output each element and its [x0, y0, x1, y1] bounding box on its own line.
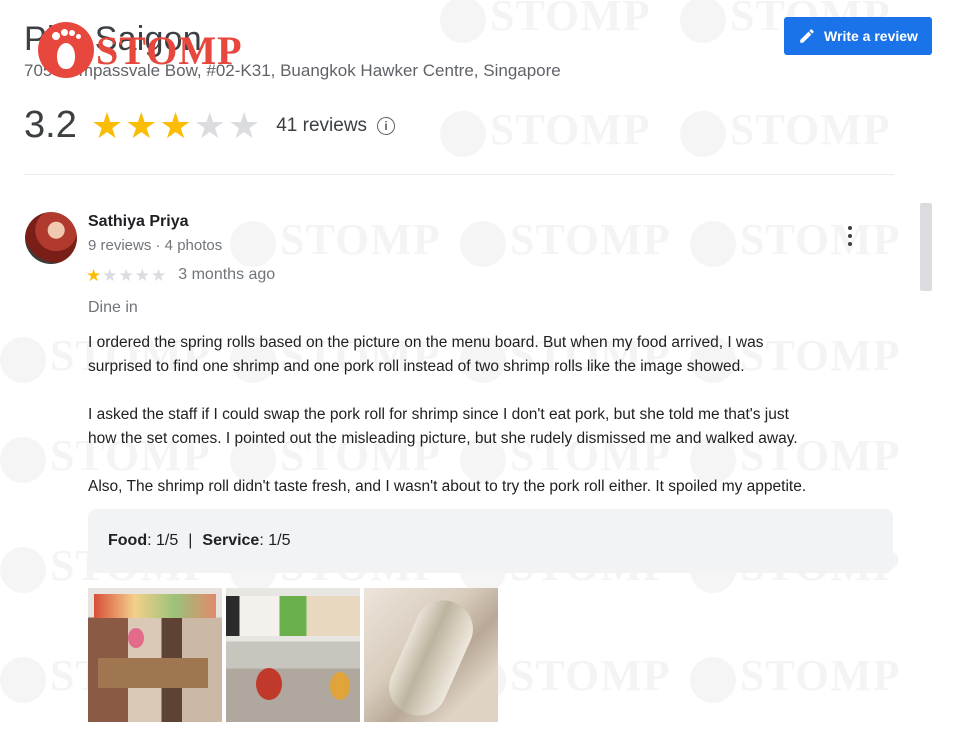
- review-line: surprised to find one shrimp and one por…: [88, 358, 745, 375]
- star-empty-icon: ★: [151, 265, 167, 285]
- star-filled-icon: ★: [86, 265, 102, 285]
- write-review-button[interactable]: Write a review: [784, 17, 932, 55]
- scrollbar-thumb[interactable]: [920, 203, 932, 291]
- reviews-count[interactable]: 41 reviews: [276, 115, 367, 137]
- reviewer-meta: 9 reviews · 4 photos: [88, 237, 223, 254]
- star-empty-icon: ★: [134, 265, 150, 285]
- avatar[interactable]: [25, 212, 77, 264]
- dine-type: Dine in: [88, 299, 138, 316]
- rating-summary: 3.2 ★ ★ ★ ★ ★ 41 reviews i: [24, 104, 396, 147]
- review-photo-menu-board[interactable]: [226, 588, 360, 722]
- star-filled-icon: ★: [90, 104, 124, 146]
- star-empty-icon: ★: [118, 265, 134, 285]
- star-filled-icon: ★: [125, 104, 158, 146]
- review-line: how the set comes. I pointed out the mis…: [88, 430, 798, 447]
- review-line: I ordered the spring rolls based on the …: [88, 334, 764, 351]
- more-options-icon[interactable]: [838, 222, 862, 250]
- pencil-icon: [800, 29, 814, 43]
- service-label: Service: [202, 532, 260, 549]
- star-empty-icon: ★: [227, 104, 261, 146]
- star-empty-icon: ★: [193, 104, 226, 146]
- attribute-ratings: Food : 1/5 | Service : 1/5: [88, 509, 893, 573]
- food-value: : 1/5: [147, 532, 179, 549]
- star-empty-icon: ★: [102, 265, 118, 285]
- review-photos: [88, 588, 498, 722]
- review-photo-spring-roll[interactable]: [364, 588, 498, 722]
- divider: [24, 174, 894, 175]
- service-value: : 1/5: [259, 532, 291, 549]
- summary-stars: ★ ★ ★ ★ ★: [90, 104, 261, 146]
- review-line: Also, The shrimp roll didn't taste fresh…: [88, 478, 807, 495]
- review-photo-stall[interactable]: [88, 588, 222, 722]
- reviewer-name[interactable]: Sathiya Priya: [88, 213, 189, 231]
- stomp-logo: STOMP: [38, 22, 243, 78]
- food-label: Food: [108, 532, 148, 549]
- review-page: Pho Saigon 705 Compassvale Bow, #02-K31,…: [0, 0, 960, 750]
- logo-text: STOMP: [96, 27, 243, 73]
- average-rating: 3.2: [24, 104, 77, 146]
- review-stars: ★ ★ ★ ★ ★: [86, 267, 166, 284]
- footprint-icon: [38, 22, 94, 78]
- review-line: I asked the staff if I could swap the po…: [88, 406, 789, 423]
- star-filled-icon: ★: [159, 104, 192, 146]
- ratings-separator: |: [188, 532, 193, 549]
- review-text: I ordered the spring rolls based on the …: [88, 331, 908, 523]
- review-time: 3 months ago: [178, 266, 276, 283]
- write-review-label: Write a review: [824, 28, 918, 44]
- review-rating-row: ★ ★ ★ ★ ★ 3 months ago: [86, 266, 275, 284]
- info-icon[interactable]: i: [377, 116, 396, 135]
